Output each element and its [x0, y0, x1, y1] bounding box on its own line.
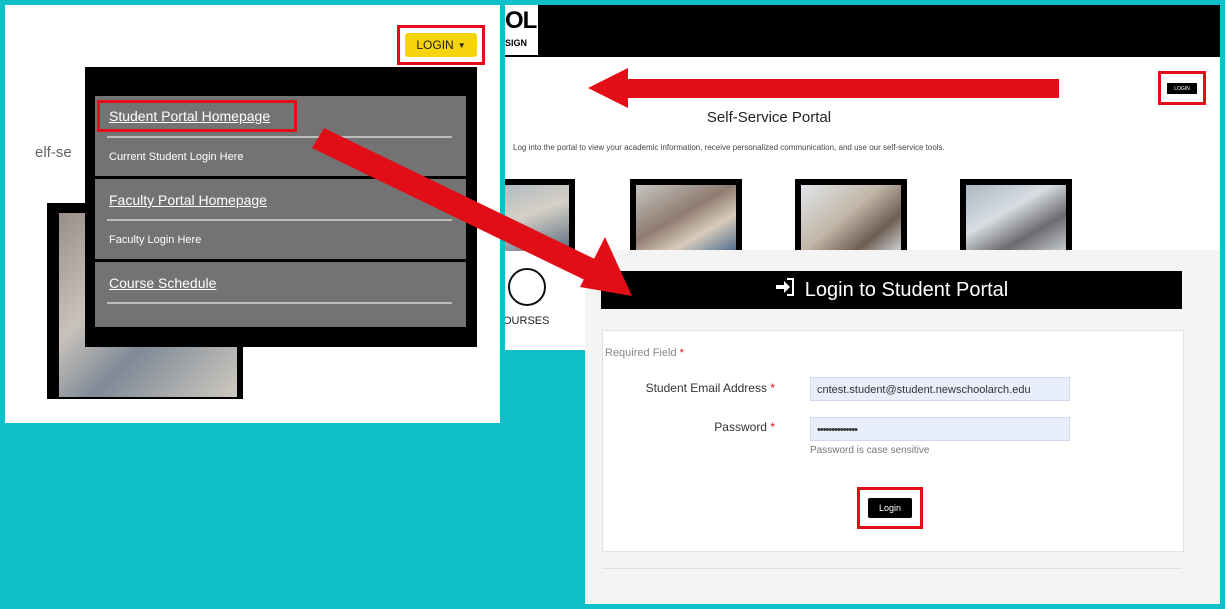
- annotation-arrows: [312, 68, 1059, 296]
- arrow-left-icon: [588, 68, 1059, 108]
- arrow-diagonal-icon: [312, 128, 632, 296]
